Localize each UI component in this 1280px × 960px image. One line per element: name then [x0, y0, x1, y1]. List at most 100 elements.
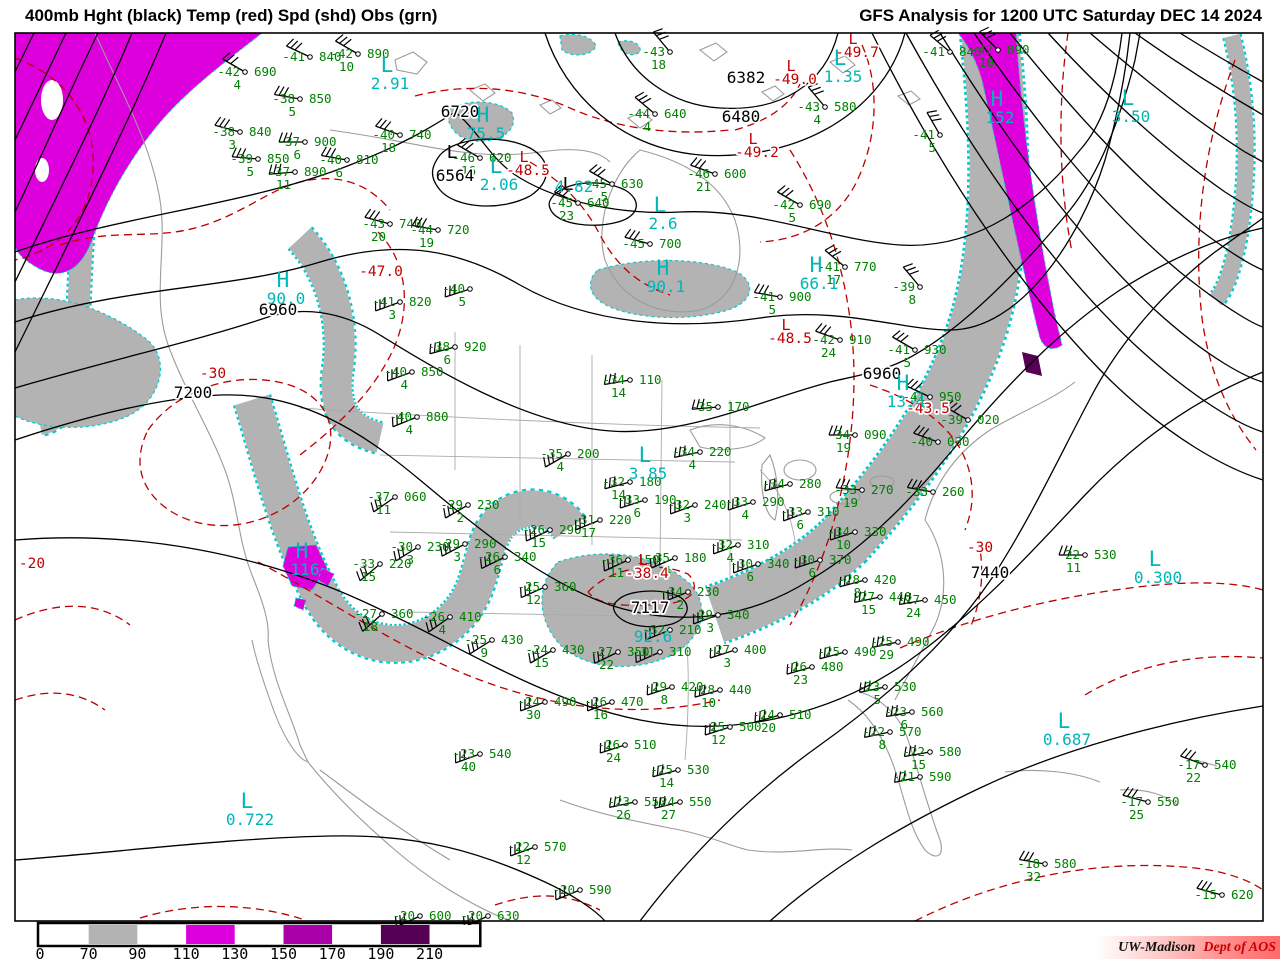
station-marker [937, 132, 943, 138]
colorbar-segment [283, 925, 333, 944]
station-plot: -40 8804 [389, 409, 448, 437]
station-lower-value: 19 [419, 235, 434, 250]
station-lower-value: 15 [534, 655, 549, 670]
speed-center-value: 3.85 [629, 464, 668, 483]
wind-barb-tick [931, 118, 942, 122]
wind-barb-tick [903, 263, 913, 268]
station-height: 220 [389, 556, 412, 571]
wind-barb-tick [785, 189, 794, 198]
colorbar-tick-label: 150 [270, 945, 297, 960]
station-height: 440 [729, 682, 752, 697]
wind-barb-tick [659, 35, 669, 40]
station-marker [615, 649, 621, 655]
station-marker [307, 54, 313, 60]
station-height: 910 [849, 332, 872, 347]
station-lower-value: 10 [339, 59, 354, 74]
station-lower-value: 14 [611, 385, 626, 400]
station-height: 580 [834, 99, 857, 114]
station-height: 850 [309, 91, 332, 106]
station-marker [452, 344, 458, 350]
station-height: 900 [314, 134, 337, 149]
station-marker [392, 494, 398, 500]
station-temperature: -21 [892, 769, 915, 784]
station-height: 200 [577, 446, 600, 461]
station-marker [485, 913, 491, 919]
station-height: 230 [697, 584, 720, 599]
station-height: 340 [727, 607, 750, 622]
station-height: 420 [874, 572, 897, 587]
station-height: 410 [459, 609, 482, 624]
wind-barb-tick [831, 250, 842, 257]
station-marker [465, 502, 471, 508]
station-marker [609, 181, 615, 187]
station-marker [547, 527, 553, 533]
station-marker [387, 221, 393, 227]
station-lower-value: 6 [808, 565, 816, 580]
station-lower-value: 6 [796, 517, 804, 532]
wind-barb-tick [641, 97, 652, 104]
station-lower-value: 9 [480, 645, 488, 660]
station-lower-value: 24 [821, 345, 836, 360]
station-marker [909, 709, 915, 715]
height-contour-label: 6480 [722, 107, 761, 126]
station-lower-value: 8 [908, 292, 916, 307]
station-height: 590 [589, 882, 612, 897]
station-plot: -27 4003 [707, 642, 766, 670]
station-marker [882, 684, 888, 690]
colorbar-segment [40, 925, 89, 944]
station-marker [575, 200, 581, 206]
temperature-label: -20 [19, 556, 45, 572]
station-height: 890 [304, 164, 327, 179]
station-height: 840 [249, 124, 272, 139]
station-lower-value: 11 [1066, 560, 1081, 575]
wind-barb-tick [926, 110, 937, 114]
wind-barb-tick [910, 380, 919, 389]
station-marker [887, 729, 893, 735]
station-marker [417, 913, 423, 919]
station-height: 580 [1054, 856, 1077, 871]
station-marker [1219, 892, 1225, 898]
colorbar-tick-label: 130 [221, 945, 248, 960]
station-marker [797, 202, 803, 208]
station-marker [712, 171, 718, 177]
colorbar-tick-label: 0 [35, 945, 44, 960]
station-marker [677, 799, 683, 805]
station-lower-value: 21 [696, 179, 711, 194]
wind-barb-tick [230, 56, 239, 65]
station-marker [1042, 861, 1048, 867]
station-marker [822, 104, 828, 110]
station-marker [697, 449, 703, 455]
station-temperature: -41 [922, 44, 945, 59]
station-height: 480 [821, 659, 844, 674]
station-height: 570 [544, 839, 567, 854]
wind-barb-tick [814, 90, 824, 95]
station-height: 540 [1214, 757, 1237, 772]
station-marker [242, 69, 248, 75]
speed-center-value: 152 [986, 108, 1015, 127]
station-height: 770 [854, 259, 877, 274]
station-height: 590 [929, 769, 952, 784]
station-marker [462, 541, 468, 547]
station-lower-value: 6 [443, 352, 451, 367]
station-lower-value: 40 [461, 759, 476, 774]
station-lower-value: 4 [233, 77, 241, 92]
station-marker [912, 347, 918, 353]
station-plot: -35 2004 [540, 446, 599, 474]
station-lower-value: 3 [683, 510, 691, 525]
station-lower-value: 4 [813, 112, 821, 127]
mexico-coastline [307, 761, 511, 922]
station-plot: -40 8106 [319, 146, 379, 180]
station-height: 510 [789, 707, 812, 722]
station-plot: -22 57012 [507, 839, 566, 867]
station-temperature: -15 [1194, 887, 1217, 902]
height-contour-label: 7117 [631, 598, 670, 617]
station-lower-value: 4 [741, 507, 749, 522]
station-height: 400 [744, 642, 767, 657]
station-height: 740 [409, 127, 432, 142]
station-plot: -42 6905 [772, 185, 832, 225]
height-contour-label: 6564 [436, 166, 475, 185]
temperature-label: -49.2 [735, 145, 779, 161]
station-lower-value: 4 [405, 422, 413, 437]
station-temperature: -33 [905, 484, 928, 499]
height-contour-label: 6960 [863, 364, 902, 383]
